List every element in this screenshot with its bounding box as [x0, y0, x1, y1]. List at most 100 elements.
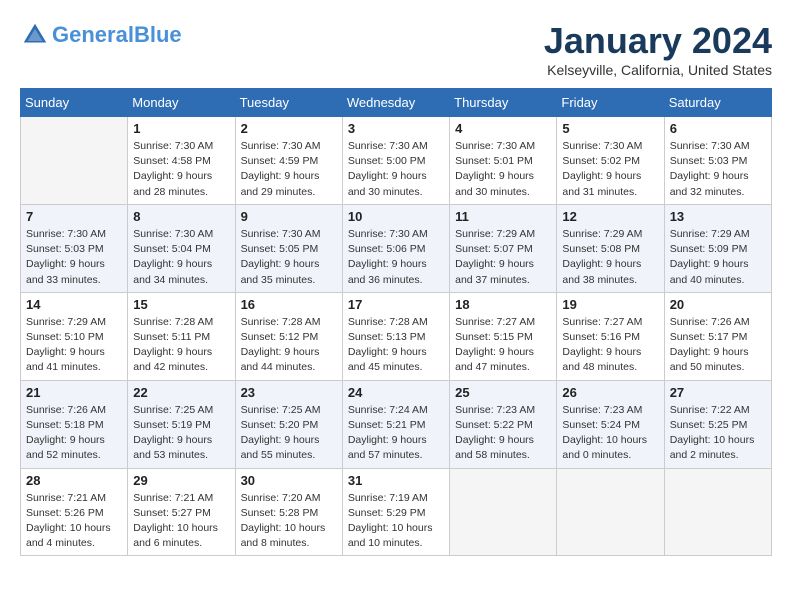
- day-info: Sunrise: 7:28 AMSunset: 5:13 PMDaylight:…: [348, 315, 444, 376]
- day-info: Sunrise: 7:29 AMSunset: 5:08 PMDaylight:…: [562, 227, 658, 288]
- day-cell-21: 21 Sunrise: 7:26 AMSunset: 5:18 PMDayligh…: [21, 380, 128, 468]
- day-cell-12: 12 Sunrise: 7:29 AMSunset: 5:08 PMDayligh…: [557, 204, 664, 292]
- day-cell-5: 5 Sunrise: 7:30 AMSunset: 5:02 PMDaylight…: [557, 117, 664, 205]
- day-cell-19: 19 Sunrise: 7:27 AMSunset: 5:16 PMDayligh…: [557, 292, 664, 380]
- day-cell-6: 6 Sunrise: 7:30 AMSunset: 5:03 PMDaylight…: [664, 117, 771, 205]
- logo-blue: Blue: [134, 22, 182, 47]
- day-cell-1: 1Sunrise: 7:30 AMSunset: 4:58 PMDaylight…: [128, 117, 235, 205]
- weekday-header-sunday: Sunday: [21, 89, 128, 117]
- logo-text: GeneralBlue: [52, 23, 182, 47]
- day-number: 6: [670, 121, 766, 136]
- day-info: Sunrise: 7:30 AMSunset: 5:06 PMDaylight:…: [348, 227, 444, 288]
- day-info: Sunrise: 7:30 AMSunset: 5:05 PMDaylight:…: [241, 227, 337, 288]
- day-info: Sunrise: 7:30 AMSunset: 5:04 PMDaylight:…: [133, 227, 229, 288]
- day-cell-25: 25 Sunrise: 7:23 AMSunset: 5:22 PMDayligh…: [450, 380, 557, 468]
- day-number: 17: [348, 297, 444, 312]
- logo-icon: [20, 20, 50, 50]
- weekday-header-tuesday: Tuesday: [235, 89, 342, 117]
- title-block: January 2024 Kelseyville, California, Un…: [544, 20, 772, 78]
- day-info: Sunrise: 7:30 AMSunset: 5:00 PMDaylight:…: [348, 139, 444, 200]
- day-info: Sunrise: 7:28 AMSunset: 5:12 PMDaylight:…: [241, 315, 337, 376]
- week-row-1: 1Sunrise: 7:30 AMSunset: 4:58 PMDaylight…: [21, 117, 772, 205]
- day-info: Sunrise: 7:30 AMSunset: 4:59 PMDaylight:…: [241, 139, 337, 200]
- empty-cell: [664, 468, 771, 556]
- day-number: 4: [455, 121, 551, 136]
- day-info: Sunrise: 7:23 AMSunset: 5:24 PMDaylight:…: [562, 403, 658, 464]
- day-info: Sunrise: 7:29 AMSunset: 5:10 PMDaylight:…: [26, 315, 122, 376]
- day-cell-14: 14 Sunrise: 7:29 AMSunset: 5:10 PMDayligh…: [21, 292, 128, 380]
- day-info: Sunrise: 7:30 AMSunset: 5:02 PMDaylight:…: [562, 139, 658, 200]
- empty-cell: [557, 468, 664, 556]
- day-info: Sunrise: 7:25 AMSunset: 5:20 PMDaylight:…: [241, 403, 337, 464]
- day-number: 20: [670, 297, 766, 312]
- day-number: 13: [670, 209, 766, 224]
- weekday-header-row: SundayMondayTuesdayWednesdayThursdayFrid…: [21, 89, 772, 117]
- day-number: 24: [348, 385, 444, 400]
- day-cell-8: 8 Sunrise: 7:30 AMSunset: 5:04 PMDaylight…: [128, 204, 235, 292]
- day-cell-17: 17 Sunrise: 7:28 AMSunset: 5:13 PMDayligh…: [342, 292, 449, 380]
- weekday-header-monday: Monday: [128, 89, 235, 117]
- day-info: Sunrise: 7:30 AMSunset: 4:58 PMDaylight:…: [133, 139, 229, 200]
- day-info: Sunrise: 7:20 AMSunset: 5:28 PMDaylight:…: [241, 491, 337, 552]
- day-info: Sunrise: 7:30 AMSunset: 5:03 PMDaylight:…: [670, 139, 766, 200]
- day-number: 10: [348, 209, 444, 224]
- day-number: 31: [348, 473, 444, 488]
- weekday-header-friday: Friday: [557, 89, 664, 117]
- day-number: 8: [133, 209, 229, 224]
- day-info: Sunrise: 7:19 AMSunset: 5:29 PMDaylight:…: [348, 491, 444, 552]
- day-cell-16: 16 Sunrise: 7:28 AMSunset: 5:12 PMDayligh…: [235, 292, 342, 380]
- day-info: Sunrise: 7:24 AMSunset: 5:21 PMDaylight:…: [348, 403, 444, 464]
- location: Kelseyville, California, United States: [544, 62, 772, 78]
- calendar-table: SundayMondayTuesdayWednesdayThursdayFrid…: [20, 88, 772, 556]
- day-number: 12: [562, 209, 658, 224]
- day-cell-2: 2 Sunrise: 7:30 AMSunset: 4:59 PMDaylight…: [235, 117, 342, 205]
- day-number: 25: [455, 385, 551, 400]
- day-cell-7: 7Sunrise: 7:30 AMSunset: 5:03 PMDaylight…: [21, 204, 128, 292]
- day-cell-9: 9Sunrise: 7:30 AMSunset: 5:05 PMDaylight…: [235, 204, 342, 292]
- day-info: Sunrise: 7:30 AMSunset: 5:01 PMDaylight:…: [455, 139, 551, 200]
- day-cell-20: 20 Sunrise: 7:26 AMSunset: 5:17 PMDayligh…: [664, 292, 771, 380]
- day-cell-22: 22Sunrise: 7:25 AMSunset: 5:19 PMDayligh…: [128, 380, 235, 468]
- day-number: 19: [562, 297, 658, 312]
- day-info: Sunrise: 7:27 AMSunset: 5:16 PMDaylight:…: [562, 315, 658, 376]
- day-number: 21: [26, 385, 122, 400]
- day-cell-28: 28 Sunrise: 7:21 AMSunset: 5:26 PMDayligh…: [21, 468, 128, 556]
- day-info: Sunrise: 7:26 AMSunset: 5:17 PMDaylight:…: [670, 315, 766, 376]
- day-cell-31: 31 Sunrise: 7:19 AMSunset: 5:29 PMDayligh…: [342, 468, 449, 556]
- day-cell-11: 11 Sunrise: 7:29 AMSunset: 5:07 PMDayligh…: [450, 204, 557, 292]
- logo: GeneralBlue: [20, 20, 182, 50]
- day-number: 5: [562, 121, 658, 136]
- logo-general: General: [52, 22, 134, 47]
- day-info: Sunrise: 7:21 AMSunset: 5:26 PMDaylight:…: [26, 491, 122, 552]
- day-info: Sunrise: 7:26 AMSunset: 5:18 PMDaylight:…: [26, 403, 122, 464]
- day-number: 29: [133, 473, 229, 488]
- day-info: Sunrise: 7:29 AMSunset: 5:07 PMDaylight:…: [455, 227, 551, 288]
- day-number: 14: [26, 297, 122, 312]
- page-header: GeneralBlue January 2024 Kelseyville, Ca…: [20, 20, 772, 78]
- day-cell-24: 24 Sunrise: 7:24 AMSunset: 5:21 PMDayligh…: [342, 380, 449, 468]
- day-number: 22: [133, 385, 229, 400]
- day-number: 11: [455, 209, 551, 224]
- empty-cell: [21, 117, 128, 205]
- day-info: Sunrise: 7:22 AMSunset: 5:25 PMDaylight:…: [670, 403, 766, 464]
- week-row-4: 21 Sunrise: 7:26 AMSunset: 5:18 PMDayligh…: [21, 380, 772, 468]
- day-info: Sunrise: 7:23 AMSunset: 5:22 PMDaylight:…: [455, 403, 551, 464]
- day-number: 30: [241, 473, 337, 488]
- day-cell-27: 27Sunrise: 7:22 AMSunset: 5:25 PMDayligh…: [664, 380, 771, 468]
- week-row-5: 28 Sunrise: 7:21 AMSunset: 5:26 PMDayligh…: [21, 468, 772, 556]
- day-number: 16: [241, 297, 337, 312]
- day-info: Sunrise: 7:30 AMSunset: 5:03 PMDaylight:…: [26, 227, 122, 288]
- empty-cell: [450, 468, 557, 556]
- weekday-header-saturday: Saturday: [664, 89, 771, 117]
- day-cell-26: 26 Sunrise: 7:23 AMSunset: 5:24 PMDayligh…: [557, 380, 664, 468]
- day-cell-30: 30 Sunrise: 7:20 AMSunset: 5:28 PMDayligh…: [235, 468, 342, 556]
- day-info: Sunrise: 7:28 AMSunset: 5:11 PMDaylight:…: [133, 315, 229, 376]
- day-number: 2: [241, 121, 337, 136]
- day-number: 26: [562, 385, 658, 400]
- day-cell-4: 4 Sunrise: 7:30 AMSunset: 5:01 PMDaylight…: [450, 117, 557, 205]
- day-cell-29: 29Sunrise: 7:21 AMSunset: 5:27 PMDayligh…: [128, 468, 235, 556]
- day-cell-3: 3Sunrise: 7:30 AMSunset: 5:00 PMDaylight…: [342, 117, 449, 205]
- day-number: 28: [26, 473, 122, 488]
- weekday-header-wednesday: Wednesday: [342, 89, 449, 117]
- day-number: 15: [133, 297, 229, 312]
